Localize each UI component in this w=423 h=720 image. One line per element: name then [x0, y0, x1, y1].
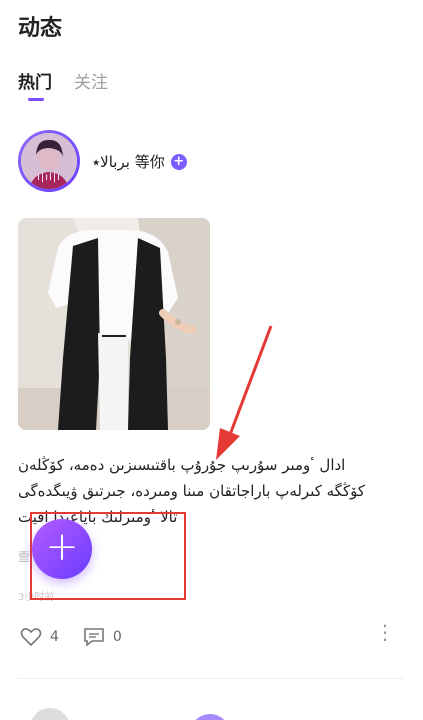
more-vertical-icon[interactable]: ⋮	[375, 622, 395, 642]
create-post-button[interactable]: +	[32, 519, 92, 579]
tab-bar: 热门 关注	[18, 68, 108, 101]
avatar-image: ı|ıl|ı	[21, 133, 77, 189]
tab-following-label: 关注	[74, 73, 108, 93]
comment-button[interactable]: 0	[83, 627, 122, 647]
author-row: بربالا٭ 等你 +	[92, 151, 187, 172]
author-name[interactable]: بربالا٭ 等你	[92, 151, 165, 172]
page-title: 动态	[18, 16, 63, 41]
follow-plus-icon[interactable]: +	[170, 153, 187, 170]
post-image[interactable]	[18, 218, 210, 430]
post-photo	[18, 218, 210, 430]
next-post-avatar[interactable]	[30, 708, 70, 720]
active-tab-indicator	[28, 98, 44, 101]
post-divider	[18, 678, 405, 679]
voice-wave-icon: ı|ıl|ı	[37, 172, 61, 183]
post-text-line: ادال ٴومىر سۇرىپ جۇرۇپ باقتىسىزىن دەمە، …	[18, 456, 346, 474]
comment-count: 0	[112, 629, 122, 645]
comment-icon	[84, 628, 104, 647]
tab-hot[interactable]: 热门	[18, 68, 52, 101]
plus-icon: +	[45, 524, 79, 570]
post-text-line: كۆڭگە كىرلەپ باراجاتقان مىنا ومىردە، جىر…	[18, 482, 365, 500]
like-count: 4	[50, 629, 59, 645]
tab-hot-label: 热门	[18, 73, 52, 93]
heart-icon	[20, 628, 42, 647]
tab-following[interactable]: 关注	[74, 68, 108, 93]
next-post-badge	[190, 714, 230, 720]
author-avatar[interactable]: ı|ıl|ı	[18, 130, 80, 192]
post-actions: 4 0	[20, 627, 122, 647]
like-button[interactable]: 4	[20, 627, 59, 647]
faint-label: 壹	[18, 550, 31, 564]
